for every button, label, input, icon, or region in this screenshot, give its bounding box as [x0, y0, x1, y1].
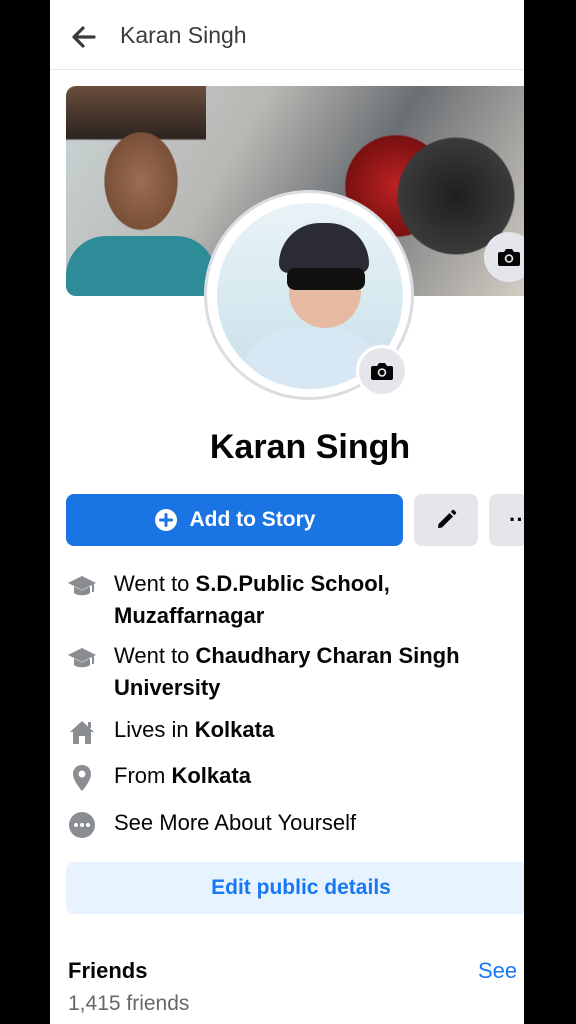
- profile-name: Karan Singh: [209, 428, 411, 466]
- detail-see-more[interactable]: See More About Yourself: [66, 807, 506, 841]
- current-city[interactable]: Kolkata: [195, 717, 274, 742]
- camera-icon: [498, 249, 520, 266]
- plus-circle-icon: [154, 509, 177, 531]
- detail-prefix: Lives in: [114, 717, 195, 742]
- detail-prefix: Went to: [114, 571, 196, 596]
- hometown-city[interactable]: Kolkata: [171, 763, 250, 788]
- camera-icon: [371, 363, 393, 380]
- detail-education-school: Went to S.D.Public School, Muzaffarnagar: [66, 568, 506, 632]
- back-button[interactable]: [68, 22, 98, 52]
- profile-screen: Karan Singh Karan Singh Add to Story ·· …: [50, 0, 524, 1024]
- detail-text: Went to Chaudhary Charan Singh Universit…: [114, 640, 506, 704]
- more-dots-icon: [69, 812, 95, 838]
- friends-count: 1,415 friends: [68, 992, 190, 1015]
- detail-prefix: Went to: [114, 643, 196, 668]
- add-to-story-button[interactable]: Add to Story: [66, 494, 403, 546]
- detail-prefix: From: [114, 763, 172, 788]
- graduation-cap-icon: [68, 576, 96, 596]
- add-to-story-label: Add to Story: [189, 508, 316, 531]
- top-bar: Karan Singh: [50, 0, 524, 70]
- see-more-label: See More About Yourself: [114, 810, 357, 835]
- cover-person-shirt: [66, 236, 216, 296]
- detail-text: From Kolkata: [114, 760, 251, 794]
- more-options-button[interactable]: ··: [489, 494, 524, 546]
- see-all-friends-link[interactable]: See: [478, 958, 517, 984]
- detail-lives-in: Lives in Kolkata: [66, 714, 506, 748]
- avatar-hair: [279, 223, 369, 273]
- home-icon: [70, 721, 94, 744]
- avatar-camera-button[interactable]: [356, 345, 408, 397]
- detail-text: Lives in Kolkata: [114, 714, 274, 748]
- edit-profile-button[interactable]: [414, 494, 478, 546]
- friends-section-title: Friends: [68, 958, 148, 983]
- detail-education-university: Went to Chaudhary Charan Singh Universit…: [66, 640, 506, 704]
- detail-hometown: From Kolkata: [66, 760, 506, 794]
- pencil-icon: [438, 509, 457, 528]
- more-dots-label: ··: [509, 507, 524, 532]
- arrow-left-icon: [72, 26, 96, 48]
- location-pin-icon: [73, 765, 91, 791]
- detail-text: Went to S.D.Public School, Muzaffarnagar: [114, 568, 506, 632]
- page-title: Karan Singh: [120, 22, 247, 48]
- edit-public-details-button[interactable]: Edit public details: [66, 862, 524, 914]
- avatar-sunglasses: [287, 268, 365, 290]
- graduation-cap-icon: [68, 648, 96, 668]
